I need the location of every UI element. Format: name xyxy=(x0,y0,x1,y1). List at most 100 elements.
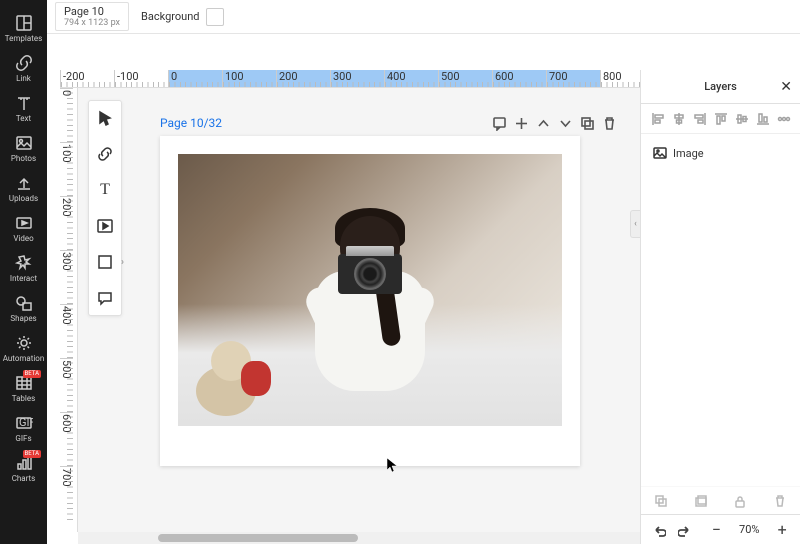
rail-tables[interactable]: BETA Tables xyxy=(0,368,47,408)
zoom-out-button[interactable]: − xyxy=(707,520,727,540)
cursor-icon xyxy=(97,110,113,126)
automation-icon xyxy=(15,334,33,352)
layers-close-button[interactable]: ✕ xyxy=(780,79,792,95)
duplicate-layer-icon xyxy=(654,494,668,508)
lock-icon xyxy=(733,494,747,508)
page-comment-button[interactable] xyxy=(488,112,510,134)
play-box-icon xyxy=(97,218,113,234)
undo-button[interactable] xyxy=(649,520,669,540)
chevron-up-icon xyxy=(536,116,551,131)
page-move-down-button[interactable] xyxy=(554,112,576,134)
duplicate-icon xyxy=(580,116,595,131)
rail-text[interactable]: Text xyxy=(0,88,47,128)
rail-video[interactable]: Video xyxy=(0,208,47,248)
page-title: Page 10 xyxy=(64,5,120,18)
shapes-icon xyxy=(15,294,33,312)
gifs-icon: GIF xyxy=(15,414,33,432)
align-center-h-button[interactable] xyxy=(672,112,686,126)
page-delete-button[interactable] xyxy=(598,112,620,134)
layers-title: Layers xyxy=(704,80,737,93)
tool-media[interactable] xyxy=(94,215,116,237)
layer-item[interactable]: Image xyxy=(649,142,792,164)
background-swatch[interactable] xyxy=(206,8,224,26)
align-center-h-icon xyxy=(672,112,686,126)
image-layer-icon xyxy=(653,146,667,160)
page-move-up-button[interactable] xyxy=(532,112,554,134)
alignment-toolbar xyxy=(641,104,800,134)
tool-select[interactable] xyxy=(94,107,116,129)
horizontal-ruler: -200 -100 0 100 200 300 400 500 600 700 … xyxy=(60,70,640,88)
rail-gifs[interactable]: GIF GIFs xyxy=(0,408,47,448)
page-dimensions: 794 x 1123 px xyxy=(64,18,120,28)
interact-icon xyxy=(15,254,33,272)
beta-badge: BETA xyxy=(23,370,41,378)
page-duplicate-button[interactable] xyxy=(576,112,598,134)
link-icon xyxy=(97,146,113,162)
zoom-level[interactable]: 70% xyxy=(732,523,766,536)
square-icon xyxy=(97,254,113,270)
page-add-button[interactable] xyxy=(510,112,532,134)
left-navigation-rail: Templates Link Text Photos Uploads Video… xyxy=(0,0,47,544)
tool-shape[interactable]: › xyxy=(94,251,116,273)
layers-footer-toolbar xyxy=(641,486,800,514)
video-icon xyxy=(15,214,33,232)
svg-text:GIF: GIF xyxy=(19,416,33,429)
align-bottom-icon xyxy=(756,112,770,126)
group-icon xyxy=(694,494,708,508)
rail-charts[interactable]: BETA Charts xyxy=(0,448,47,488)
mouse-cursor xyxy=(387,458,399,477)
comment-icon xyxy=(97,290,113,306)
zoom-bar: − 70% + xyxy=(640,514,800,544)
image-detail-subject xyxy=(295,216,445,416)
page-frame[interactable] xyxy=(160,136,580,466)
templates-icon xyxy=(15,14,33,32)
rail-uploads[interactable]: Uploads xyxy=(0,168,47,208)
align-left-icon xyxy=(651,112,665,126)
link-icon xyxy=(15,54,33,72)
chevron-right-icon: › xyxy=(121,257,124,268)
rail-automation[interactable]: Automation xyxy=(0,328,47,368)
uploads-icon xyxy=(15,174,33,192)
beta-badge: BETA xyxy=(23,450,41,458)
speech-icon xyxy=(492,116,507,131)
rail-shapes[interactable]: Shapes xyxy=(0,288,47,328)
top-bar: Page 10 794 x 1123 px Background xyxy=(47,0,800,34)
floating-toolbox: T › xyxy=(88,100,122,316)
panel-collapse-handle[interactable]: ‹ xyxy=(630,210,640,238)
layer-label: Image xyxy=(673,147,704,160)
text-icon xyxy=(15,94,33,112)
rail-link[interactable]: Link xyxy=(0,48,47,88)
rail-interact[interactable]: Interact xyxy=(0,248,47,288)
undo-icon xyxy=(652,523,666,537)
layers-list: Image xyxy=(641,134,800,486)
rail-templates[interactable]: Templates xyxy=(0,8,47,48)
tool-comment[interactable] xyxy=(94,287,116,309)
vertical-ruler: 0 100 200 300 400 500 600 700 xyxy=(60,88,78,532)
trash-icon xyxy=(773,494,787,508)
redo-button[interactable] xyxy=(675,520,695,540)
align-right-button[interactable] xyxy=(693,112,707,126)
align-left-button[interactable] xyxy=(651,112,665,126)
align-top-button[interactable] xyxy=(714,112,728,126)
scrollbar-thumb[interactable] xyxy=(158,534,358,542)
align-bottom-button[interactable] xyxy=(756,112,770,126)
plus-icon xyxy=(514,116,529,131)
distribute-icon xyxy=(777,112,791,126)
page-indicator[interactable]: Page 10/32 xyxy=(160,116,222,130)
align-center-v-icon xyxy=(735,112,749,126)
rail-photos[interactable]: Photos xyxy=(0,128,47,168)
chevron-down-icon xyxy=(558,116,573,131)
align-right-icon xyxy=(693,112,707,126)
tool-link[interactable] xyxy=(94,143,116,165)
distribute-button[interactable] xyxy=(777,112,791,126)
page-header-strip: Page 10/32 xyxy=(160,113,620,133)
redo-icon xyxy=(678,523,692,537)
tool-text[interactable]: T xyxy=(94,179,116,201)
background-control[interactable]: Background xyxy=(141,8,223,26)
page-info-dropdown[interactable]: Page 10 794 x 1123 px xyxy=(55,2,129,31)
align-center-v-button[interactable] xyxy=(735,112,749,126)
horizontal-scrollbar[interactable] xyxy=(78,532,640,544)
zoom-in-button[interactable]: + xyxy=(772,520,792,540)
background-label: Background xyxy=(141,10,199,23)
canvas-image[interactable] xyxy=(178,154,562,426)
